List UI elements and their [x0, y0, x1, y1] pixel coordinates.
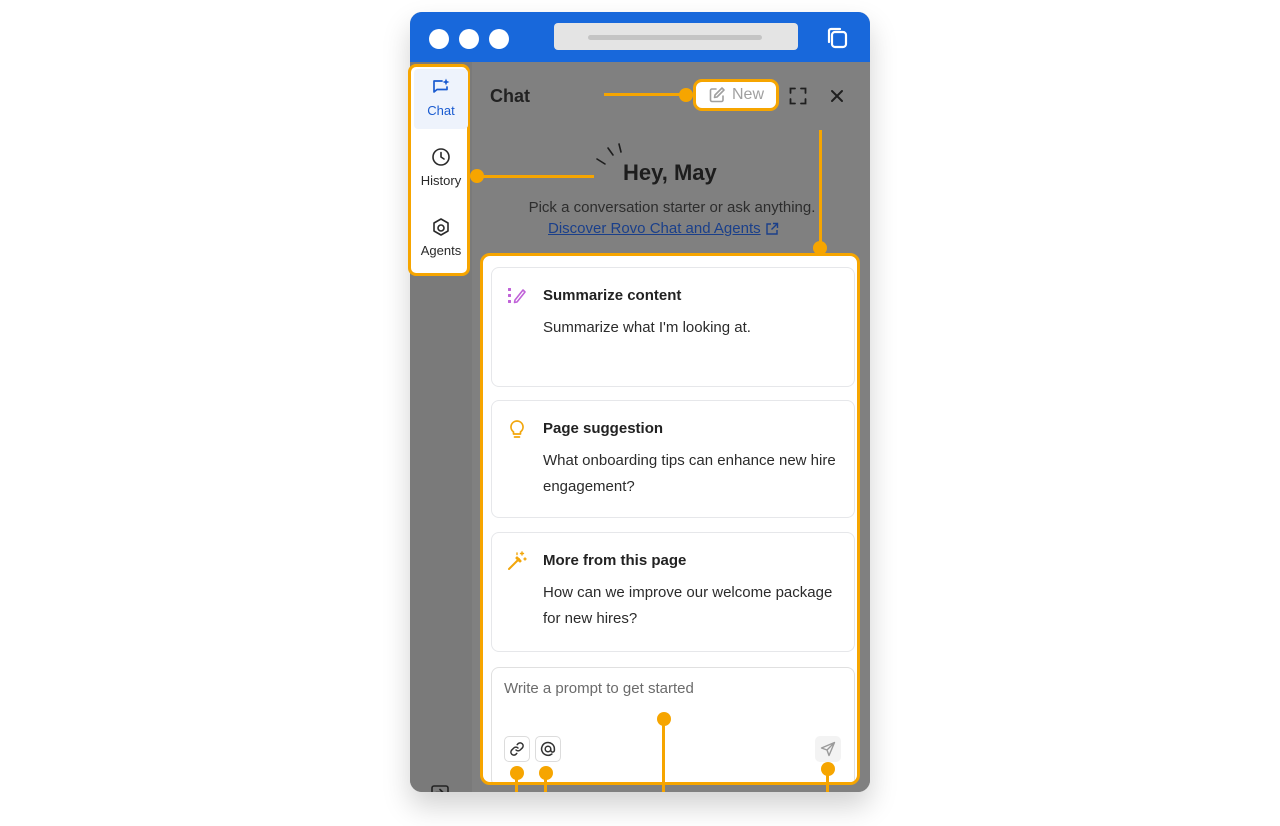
stage: Chat History Agents Chat New Hey, May Pi… [0, 0, 1280, 826]
card-body: Summarize what I'm looking at. [543, 319, 751, 336]
sidebar-item-history[interactable]: History [414, 139, 468, 199]
at-sign-icon [540, 741, 556, 757]
card-title: More from this page [543, 552, 687, 569]
edit-icon [709, 87, 725, 103]
exit-panel-icon[interactable] [430, 784, 450, 792]
page-title: Chat [490, 86, 530, 106]
annotation-line-send [826, 770, 829, 792]
new-chat-label: New [731, 86, 764, 103]
lightbulb-icon [510, 420, 524, 438]
sidebar-item-label: History [420, 173, 462, 188]
external-link-icon [765, 222, 778, 235]
agents-icon [433, 218, 449, 236]
close-icon[interactable] [830, 89, 844, 103]
starter-card-page-suggestion[interactable]: Page suggestion What onboarding tips can… [491, 400, 855, 518]
sidebar-nav: Chat History Agents [408, 64, 470, 276]
card-body: How can we improve our welcome package f… [543, 584, 833, 627]
summarize-icon [508, 288, 526, 304]
new-chat-button[interactable]: New [693, 79, 779, 111]
annotation-dot-nav [470, 169, 484, 183]
discover-link-text: Discover Rovo Chat and Agents [548, 220, 761, 237]
chat-sparkle-icon [433, 78, 450, 93]
attach-link-button[interactable] [504, 736, 530, 762]
window-titlebar [410, 12, 870, 62]
annotation-dot-starters [813, 241, 827, 255]
annotation-line-nav [478, 175, 594, 178]
magic-wand-icon [508, 551, 527, 570]
starter-card-summarize[interactable]: Summarize content Summarize what I'm loo… [491, 267, 855, 387]
card-title: Summarize content [543, 287, 682, 304]
window-close-dot[interactable] [429, 29, 449, 49]
annotation-line-mention [544, 774, 547, 792]
sidebar-item-label: Agents [420, 243, 462, 258]
annotation-line-link [515, 774, 518, 792]
greeting-title: Hey, May [623, 160, 717, 185]
window-zoom-dot[interactable] [489, 29, 509, 49]
prompt-input[interactable] [504, 680, 834, 697]
card-body: What onboarding tips can enhance new hir… [543, 452, 836, 495]
greeting-subtitle: Pick a conversation starter or ask anyth… [528, 199, 816, 216]
annotation-line-starters [819, 130, 822, 248]
send-icon [820, 741, 836, 757]
sidebar-item-chat[interactable]: Chat [414, 69, 468, 129]
annotation-dot-new [679, 88, 693, 102]
mention-button[interactable] [535, 736, 561, 762]
address-bar-placeholder-line [588, 35, 762, 40]
clock-icon [432, 148, 450, 166]
greeting-spark-icon [596, 143, 622, 165]
conversation-starters-panel: Summarize content Summarize what I'm loo… [480, 253, 860, 785]
window-minimize-dot[interactable] [459, 29, 479, 49]
link-icon [510, 742, 524, 756]
send-button[interactable] [815, 736, 841, 762]
discover-link[interactable]: Discover Rovo Chat and Agents [548, 220, 779, 237]
address-bar[interactable] [554, 23, 798, 50]
card-title: Page suggestion [543, 420, 664, 437]
annotation-line-new [604, 93, 686, 96]
copy-icon[interactable] [824, 25, 850, 51]
annotation-line-prompt [662, 720, 665, 792]
sidebar-item-agents[interactable]: Agents [414, 209, 468, 269]
sidebar-item-label: Chat [427, 103, 455, 118]
expand-icon[interactable] [789, 87, 807, 105]
starter-card-more-from-page[interactable]: More from this page How can we improve o… [491, 532, 855, 652]
